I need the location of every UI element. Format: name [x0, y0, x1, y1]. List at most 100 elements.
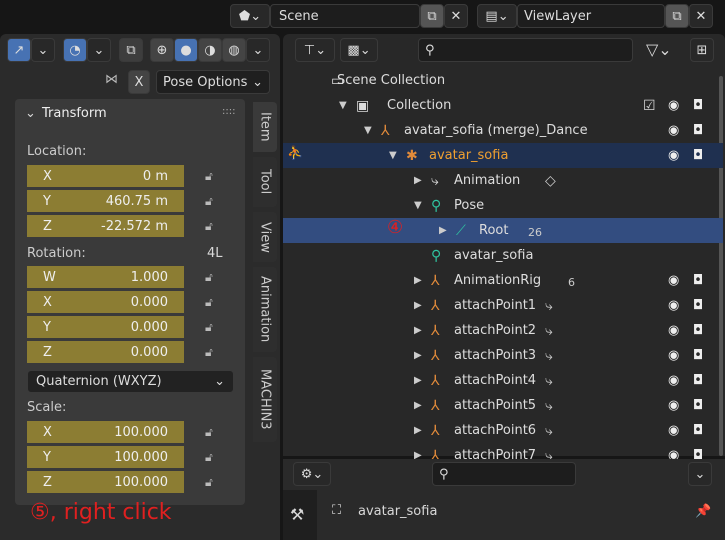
scale-y-field[interactable]: Y 100.000 — [27, 446, 184, 468]
pose-mode-icon[interactable]: ⛹ — [287, 146, 303, 161]
outliner-row[interactable]: ▼ ✱ avatar_sofia ◉ ◘ — [283, 143, 723, 168]
expanded-arrow-icon[interactable]: ▼ — [339, 100, 347, 111]
solid-shading-icon[interactable]: ● — [174, 38, 198, 62]
rotation-w-field[interactable]: W 1.000 — [27, 266, 184, 288]
snap-dropdown[interactable]: ⌄ — [87, 38, 111, 62]
view-layer-selector[interactable]: ViewLayer — [517, 4, 665, 28]
transform-pivot-icon[interactable]: ↗ — [7, 38, 31, 62]
pin-icon[interactable]: 📌 — [695, 504, 711, 519]
new-scene-button[interactable]: ⧉ — [420, 4, 444, 28]
location-y-field[interactable]: Y 460.75 m — [27, 190, 184, 212]
outliner-row[interactable]: ⚲ avatar_sofia — [283, 243, 723, 268]
rendered-shading-icon[interactable]: ◍ — [222, 38, 246, 62]
pivot-dropdown[interactable]: ⌄ — [31, 38, 55, 62]
collapsed-arrow-icon[interactable]: ▶ — [414, 175, 422, 186]
eye-icon[interactable]: ◉ — [668, 273, 679, 288]
snap-icon[interactable]: ◔ — [63, 38, 87, 62]
lock-icon[interactable]: 🔓︎ — [205, 194, 221, 208]
lock-icon[interactable]: 🔓︎ — [205, 295, 221, 309]
camera-icon[interactable]: ◘ — [693, 398, 703, 413]
chevron-down-icon[interactable]: ⌄ — [25, 106, 36, 121]
tab-animation[interactable]: Animation — [253, 267, 277, 352]
editor-type-dropdown[interactable]: ⚙⌄ — [293, 462, 331, 486]
rotation-y-field[interactable]: Y 0.000 — [27, 316, 184, 338]
wireframe-shading-icon[interactable]: ⊕ — [150, 38, 174, 62]
camera-icon[interactable]: ◘ — [693, 98, 703, 113]
lock-icon[interactable]: 🔓︎ — [205, 169, 221, 183]
expanded-arrow-icon[interactable]: ▼ — [364, 125, 372, 136]
rotation-z-field[interactable]: Z 0.000 — [27, 341, 184, 363]
eye-icon[interactable]: ◉ — [668, 348, 679, 363]
scale-z-field[interactable]: Z 100.000 — [27, 471, 184, 493]
camera-icon[interactable]: ◘ — [693, 123, 703, 138]
expanded-arrow-icon[interactable]: ▼ — [414, 200, 422, 211]
exclude-checkbox[interactable]: ☑ — [643, 98, 656, 114]
camera-icon[interactable]: ◘ — [693, 373, 703, 388]
collapsed-arrow-icon[interactable]: ▶ — [414, 350, 422, 361]
location-z-field[interactable]: Z -22.572 m — [27, 215, 184, 237]
x-mirror-toggle[interactable]: X — [128, 70, 150, 94]
outliner-row[interactable]: ▶ ⤷ Animation ◇ — [283, 168, 723, 193]
outliner-row[interactable]: ▼ ⚲ Pose — [283, 193, 723, 218]
outliner-row[interactable]: ▼ ▣ Collection ☑ ◉ ◘ — [283, 93, 723, 118]
eye-icon[interactable]: ◉ — [668, 323, 679, 338]
display-mode-dropdown[interactable]: ⊤⌄ — [295, 38, 335, 62]
outliner-row[interactable]: ▶ ⅄ attachPoint2 ⤷ ◉ ◘ — [283, 318, 723, 343]
tab-item[interactable]: Item — [253, 102, 277, 152]
eye-icon[interactable]: ◉ — [668, 298, 679, 313]
eye-icon[interactable]: ◉ — [668, 123, 679, 138]
eye-icon[interactable]: ◉ — [668, 398, 679, 413]
rotation-4l-toggle[interactable]: 4L — [207, 246, 223, 261]
outliner-row[interactable]: ▶ ⅄ attachPoint6 ⤷ ◉ ◘ — [283, 418, 723, 443]
camera-icon[interactable]: ◘ — [693, 348, 703, 363]
pose-options-dropdown[interactable]: Pose Options ⌄ — [156, 70, 270, 94]
collapsed-arrow-icon[interactable]: ▶ — [439, 225, 447, 236]
outliner-search-input[interactable]: ⚲ — [418, 38, 633, 62]
delete-view-layer-button[interactable]: ✕ — [689, 4, 713, 28]
lock-icon[interactable]: 🔓︎ — [205, 450, 221, 464]
collapsed-arrow-icon[interactable]: ▶ — [414, 400, 422, 411]
outliner-row[interactable]: ▭ Scene Collection — [283, 68, 723, 93]
xray-toggle-icon[interactable]: ⧉ — [119, 38, 143, 62]
eye-icon[interactable]: ◉ — [668, 148, 679, 163]
tab-view[interactable]: View — [253, 212, 277, 262]
properties-search-input[interactable]: ⚲ — [432, 462, 576, 486]
location-x-field[interactable]: X 0 m — [27, 165, 184, 187]
scene-selector[interactable]: Scene — [270, 4, 420, 28]
tab-machin3[interactable]: MACHIN3 — [253, 357, 277, 442]
outliner-row[interactable]: ▶ ⅄ AnimationRig 6 ◉ ◘ — [283, 268, 723, 293]
scene-type-dropdown[interactable]: ⬟⌄ — [230, 4, 270, 28]
view-layer-type-dropdown[interactable]: ▤⌄ — [477, 4, 517, 28]
outliner-row[interactable]: ▼ ⅄ avatar_sofia (merge)_Dance ◉ ◘ — [283, 118, 723, 143]
eye-icon[interactable]: ◉ — [668, 423, 679, 438]
tab-tool[interactable]: Tool — [253, 157, 277, 207]
tool-tab-icon[interactable]: ⚒ — [290, 505, 304, 524]
camera-icon[interactable]: ◘ — [693, 298, 703, 313]
lock-icon[interactable]: 🔓︎ — [205, 345, 221, 359]
new-view-layer-button[interactable]: ⧉ — [665, 4, 689, 28]
collapsed-arrow-icon[interactable]: ▶ — [414, 375, 422, 386]
lock-icon[interactable]: 🔓︎ — [205, 425, 221, 439]
filter-icon[interactable]: ▽⌄ — [646, 40, 672, 59]
camera-icon[interactable]: ◘ — [693, 148, 703, 163]
delete-scene-button[interactable]: ✕ — [444, 4, 468, 28]
outliner-row[interactable]: ▶ ⅄ attachPoint1 ⤷ ◉ ◘ — [283, 293, 723, 318]
eye-icon[interactable]: ◉ — [668, 373, 679, 388]
shading-dropdown[interactable]: ⌄ — [246, 38, 270, 62]
outliner-row[interactable]: ▶ ⟋ Root 26 — [283, 218, 723, 243]
lock-icon[interactable]: 🔓︎ — [205, 475, 221, 489]
camera-icon[interactable]: ◘ — [693, 323, 703, 338]
collapsed-arrow-icon[interactable]: ▶ — [414, 325, 422, 336]
drag-handle-icon[interactable]: :::: — [222, 106, 235, 117]
eye-icon[interactable]: ◉ — [668, 98, 679, 113]
panel-title[interactable]: Transform — [42, 106, 107, 121]
collapsed-arrow-icon[interactable]: ▶ — [414, 300, 422, 311]
new-collection-button[interactable]: ⊞ — [690, 38, 714, 62]
outliner-row[interactable]: ▶ ⅄ attachPoint5 ⤷ ◉ ◘ — [283, 393, 723, 418]
camera-icon[interactable]: ◘ — [693, 423, 703, 438]
lock-icon[interactable]: 🔓︎ — [205, 219, 221, 233]
rotation-x-field[interactable]: X 0.000 — [27, 291, 184, 313]
lock-icon[interactable]: 🔓︎ — [205, 270, 221, 284]
lock-icon[interactable]: 🔓︎ — [205, 320, 221, 334]
scale-x-field[interactable]: X 100.000 — [27, 421, 184, 443]
